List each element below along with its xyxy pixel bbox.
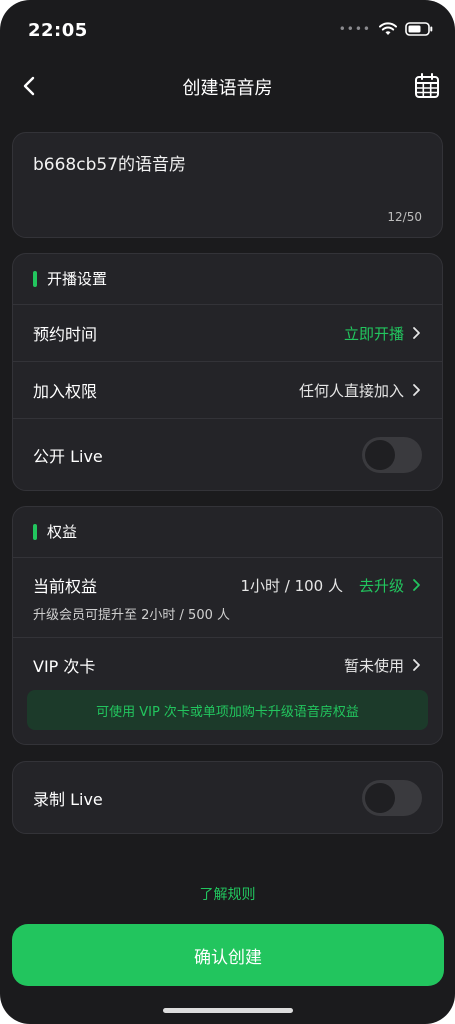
home-indicator — [163, 1008, 293, 1013]
vip-card-row[interactable]: VIP 次卡 暂未使用 — [13, 643, 442, 687]
current-benefits-value-group: 1小时 / 100 人 去升级 — [240, 575, 422, 596]
section-title: 开播设置 — [47, 270, 108, 288]
schedule-time-value: 立即开播 — [343, 324, 404, 343]
calendar-icon[interactable] — [413, 72, 441, 100]
battery-icon — [405, 22, 433, 36]
vip-card-value-group: 暂未使用 — [344, 655, 422, 676]
section-accent-bar — [33, 270, 37, 287]
section-header-benefits: 权益 — [33, 521, 77, 542]
join-permission-value-group: 任何人直接加入 — [299, 380, 422, 401]
upgrade-note: 升级会员可提升至 2小时 / 500 人 — [33, 608, 230, 623]
public-live-row: 公开 Live — [13, 419, 442, 491]
public-live-toggle[interactable] — [362, 437, 422, 473]
chevron-right-icon — [413, 659, 420, 671]
toggle-knob — [365, 440, 395, 470]
record-live-row: 录制 Live — [13, 762, 442, 833]
join-permission-label: 加入权限 — [33, 382, 98, 401]
chevron-right-icon — [413, 579, 420, 591]
join-permission-value: 任何人直接加入 — [298, 381, 404, 400]
section-header-broadcast: 开播设置 — [33, 268, 107, 289]
record-live-label: 录制 Live — [33, 789, 103, 809]
status-icons: •••• — [339, 22, 433, 36]
vip-card-value: 暂未使用 — [343, 656, 404, 675]
wifi-icon — [379, 22, 397, 35]
upgrade-link[interactable]: 去升级 — [359, 575, 404, 596]
broadcast-settings-card: 开播设置 预约时间 立即开播 加入权限 任何人直接加入 公开 Live — [12, 253, 443, 491]
schedule-time-row[interactable]: 预约时间 立即开播 — [13, 305, 442, 361]
record-live-toggle[interactable] — [362, 779, 422, 816]
confirm-create-button[interactable]: 确认创建 — [12, 924, 444, 986]
divider — [13, 637, 442, 638]
room-title-field[interactable]: b668cb57的语音房 12/50 — [12, 132, 443, 238]
toggle-knob — [365, 782, 395, 813]
schedule-time-label: 预约时间 — [33, 325, 98, 344]
chevron-right-icon — [413, 327, 420, 339]
char-counter: 12/50 — [387, 210, 422, 224]
section-title: 权益 — [47, 523, 78, 541]
section-accent-bar — [33, 523, 37, 540]
join-permission-row[interactable]: 加入权限 任何人直接加入 — [13, 362, 442, 418]
public-live-label: 公开 Live — [33, 447, 103, 466]
schedule-time-value-group: 立即开播 — [344, 323, 422, 344]
signal-dots: •••• — [338, 22, 371, 36]
record-live-card: 录制 Live — [12, 761, 443, 834]
page-title: 创建语音房 — [182, 78, 273, 99]
status-time: 22:05 — [28, 20, 88, 41]
divider — [13, 557, 442, 558]
current-benefits-row[interactable]: 当前权益 1小时 / 100 人 去升级 — [13, 569, 442, 601]
current-benefits-value: 1小时 / 100 人 — [240, 576, 343, 595]
vip-tip-banner: 可使用 VIP 次卡或单项加购卡升级语音房权益 — [27, 690, 428, 730]
vip-card-label: VIP 次卡 — [33, 657, 96, 676]
learn-rules-link[interactable]: 了解规则 — [0, 884, 455, 904]
current-benefits-label: 当前权益 — [33, 577, 98, 596]
phone-screen: 22:05 •••• 创建语音房 b668cb57的语音房 12/50 开播设置… — [0, 0, 455, 1024]
benefits-card: 权益 当前权益 1小时 / 100 人 去升级 升级会员可提升至 2小时 / 5… — [12, 506, 443, 745]
room-title-input[interactable]: b668cb57的语音房 — [33, 150, 186, 175]
chevron-right-icon — [413, 384, 420, 396]
